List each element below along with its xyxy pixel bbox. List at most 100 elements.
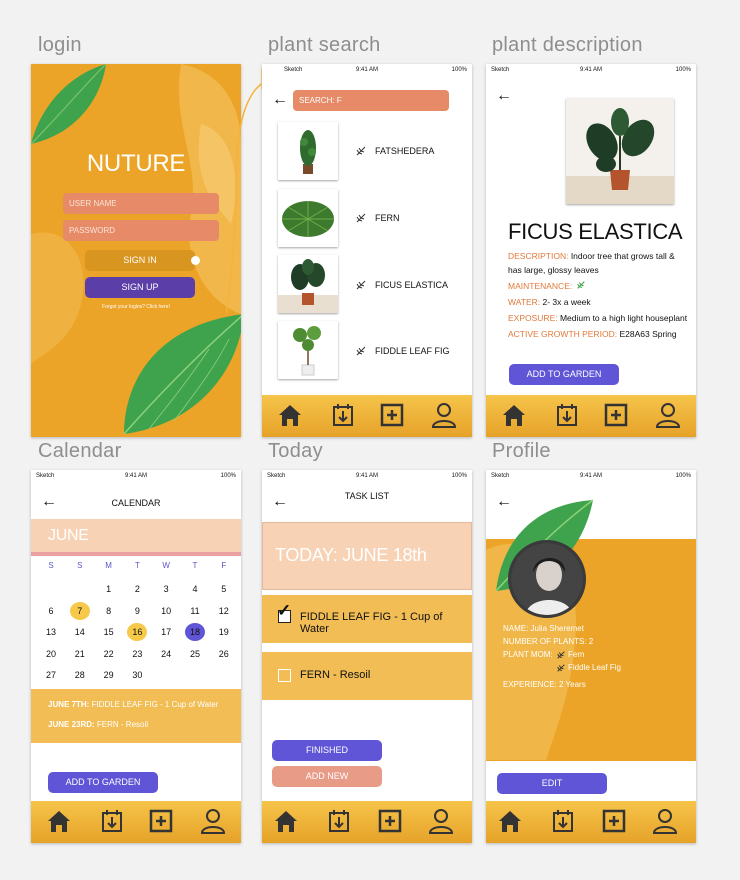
calendar-icon[interactable] xyxy=(549,807,577,835)
result-thumb-fiddle[interactable] xyxy=(278,321,338,379)
result-thumb-fern[interactable] xyxy=(278,189,338,247)
weekday-label: M xyxy=(105,561,112,570)
home-icon[interactable] xyxy=(496,807,524,835)
calendar-icon[interactable] xyxy=(553,401,581,429)
calendar-day[interactable]: 1 xyxy=(99,580,119,598)
calendar-icon[interactable] xyxy=(98,807,126,835)
leaf-decoration-bottom xyxy=(123,314,241,435)
add-icon[interactable] xyxy=(378,401,406,429)
plant-details: DESCRIPTION: Indoor tree that grows tall… xyxy=(508,249,688,341)
plant-description-screen: Sketch 9:41 AM 100% ← FICUS ELASTICA DES… xyxy=(486,64,696,437)
search-input[interactable]: SEARCH: F xyxy=(293,90,449,111)
calendar-day[interactable]: 29 xyxy=(99,666,119,684)
calendar-day[interactable]: 7 xyxy=(69,601,90,620)
add-icon[interactable] xyxy=(600,807,628,835)
event-item[interactable]: JUNE 7TH: FIDDLE LEAF FIG - 1 Cup of Wat… xyxy=(48,700,218,709)
today-screen: Sketch 9:41 AM 100% ← TASK LIST TODAY: J… xyxy=(262,470,472,843)
calendar-day[interactable]: 20 xyxy=(41,645,61,663)
add-icon[interactable] xyxy=(147,807,175,835)
event-task: FIDDLE LEAF FIG - 1 Cup of Water xyxy=(89,700,219,709)
task-label: FERN - Resoil xyxy=(300,669,371,681)
profile-icon[interactable] xyxy=(199,807,227,835)
profile-icon[interactable] xyxy=(430,401,458,429)
calendar-day[interactable]: 4 xyxy=(185,580,205,598)
leaf-icon xyxy=(356,213,366,223)
calendar-day[interactable]: 10 xyxy=(156,602,176,620)
task-row[interactable]: ✓ FIDDLE LEAF FIG - 1 Cup of Water xyxy=(262,595,472,643)
home-icon[interactable] xyxy=(45,807,73,835)
sign-in-toggle[interactable] xyxy=(191,256,200,265)
sign-in-button[interactable]: SIGN IN xyxy=(85,250,195,271)
calendar-day[interactable]: 21 xyxy=(70,645,90,663)
home-icon[interactable] xyxy=(272,807,300,835)
calendar-day[interactable]: 5 xyxy=(214,580,234,598)
calendar-day[interactable]: 15 xyxy=(99,623,119,641)
calendar-day[interactable]: 26 xyxy=(214,645,234,663)
leaf-icon xyxy=(356,280,366,290)
sign-up-button[interactable]: SIGN UP xyxy=(85,277,195,298)
water-value: 2- 3x a week xyxy=(540,297,591,307)
calendar-day[interactable]: 14 xyxy=(70,623,90,641)
event-item[interactable]: JUNE 23RD: FERN - Resoil xyxy=(48,720,148,729)
add-to-garden-button[interactable]: ADD TO GARDEN xyxy=(48,772,158,793)
screen-title: CALENDAR xyxy=(111,498,161,508)
back-arrow-icon[interactable]: ← xyxy=(272,92,288,108)
calendar-day[interactable]: 19 xyxy=(214,623,234,641)
calendar-day[interactable]: 28 xyxy=(70,666,90,684)
calendar-day[interactable]: 12 xyxy=(214,602,234,620)
profile-icon[interactable] xyxy=(654,401,682,429)
edit-button[interactable]: EDIT xyxy=(497,773,607,794)
exposure-value: Medium to a high light houseplant xyxy=(557,313,688,323)
finished-button[interactable]: FINISHED xyxy=(272,740,382,761)
home-icon[interactable] xyxy=(276,401,304,429)
battery-text: 100% xyxy=(451,67,467,73)
calendar-icon[interactable] xyxy=(325,807,353,835)
calendar-day[interactable]: 27 xyxy=(41,666,61,684)
description-key: DESCRIPTION: xyxy=(508,251,569,261)
calendar-day[interactable]: 23 xyxy=(127,645,147,663)
password-field[interactable]: PASSWORD xyxy=(63,220,219,241)
add-icon[interactable] xyxy=(602,401,630,429)
add-icon[interactable] xyxy=(376,807,404,835)
calendar-day[interactable]: 17 xyxy=(156,623,176,641)
checkbox-unchecked[interactable] xyxy=(278,669,291,682)
result-name[interactable]: FATSHEDERA xyxy=(375,146,434,156)
calendar-day[interactable]: 13 xyxy=(41,623,61,641)
calendar-day[interactable]: 11 xyxy=(185,602,205,620)
maintenance-key: MAINTENANCE: xyxy=(508,281,573,291)
calendar-day[interactable]: 6 xyxy=(41,602,61,620)
add-new-button[interactable]: ADD NEW xyxy=(272,766,382,787)
calendar-icon[interactable] xyxy=(329,401,357,429)
calendar-day[interactable]: 25 xyxy=(185,645,205,663)
calendar-day[interactable]: 18 xyxy=(185,623,205,641)
calendar-day[interactable]: 22 xyxy=(99,645,119,663)
profile-icon[interactable] xyxy=(427,807,455,835)
weekday-label: T xyxy=(134,561,140,570)
leaf-icon xyxy=(576,281,585,289)
result-thumb-fatshedera[interactable] xyxy=(278,122,338,180)
calendar-day[interactable]: 24 xyxy=(156,645,176,663)
calendar-day[interactable]: 9 xyxy=(127,602,147,620)
result-name[interactable]: FERN xyxy=(375,213,400,223)
weekday-label: S xyxy=(77,561,83,570)
bottom-nav xyxy=(262,395,472,437)
status-bar: Sketch 9:41 AM 100% xyxy=(262,470,472,482)
mom-plant-item: Fern xyxy=(568,650,585,659)
calendar-day[interactable]: 2 xyxy=(127,580,147,598)
calendar-day[interactable]: 8 xyxy=(99,602,119,620)
calendar-day[interactable]: 16 xyxy=(127,623,148,641)
back-arrow-icon[interactable]: ← xyxy=(496,88,512,104)
profile-icon[interactable] xyxy=(651,807,679,835)
username-field[interactable]: USER NAME xyxy=(63,193,219,214)
home-icon[interactable] xyxy=(500,401,528,429)
task-row[interactable]: FERN - Resoil xyxy=(262,652,472,700)
add-to-garden-button[interactable]: ADD TO GARDEN xyxy=(509,364,619,385)
forgot-link[interactable]: Forgot your logins? Click here! xyxy=(31,304,241,310)
password-placeholder: PASSWORD xyxy=(69,226,116,235)
result-name[interactable]: FIDDLE LEAF FIG xyxy=(375,346,450,356)
result-thumb-ficus[interactable] xyxy=(278,255,338,313)
result-name[interactable]: FICUS ELASTICA xyxy=(375,280,448,290)
avatar[interactable] xyxy=(508,540,586,618)
calendar-day[interactable]: 30 xyxy=(127,666,147,684)
calendar-day[interactable]: 3 xyxy=(156,580,176,598)
